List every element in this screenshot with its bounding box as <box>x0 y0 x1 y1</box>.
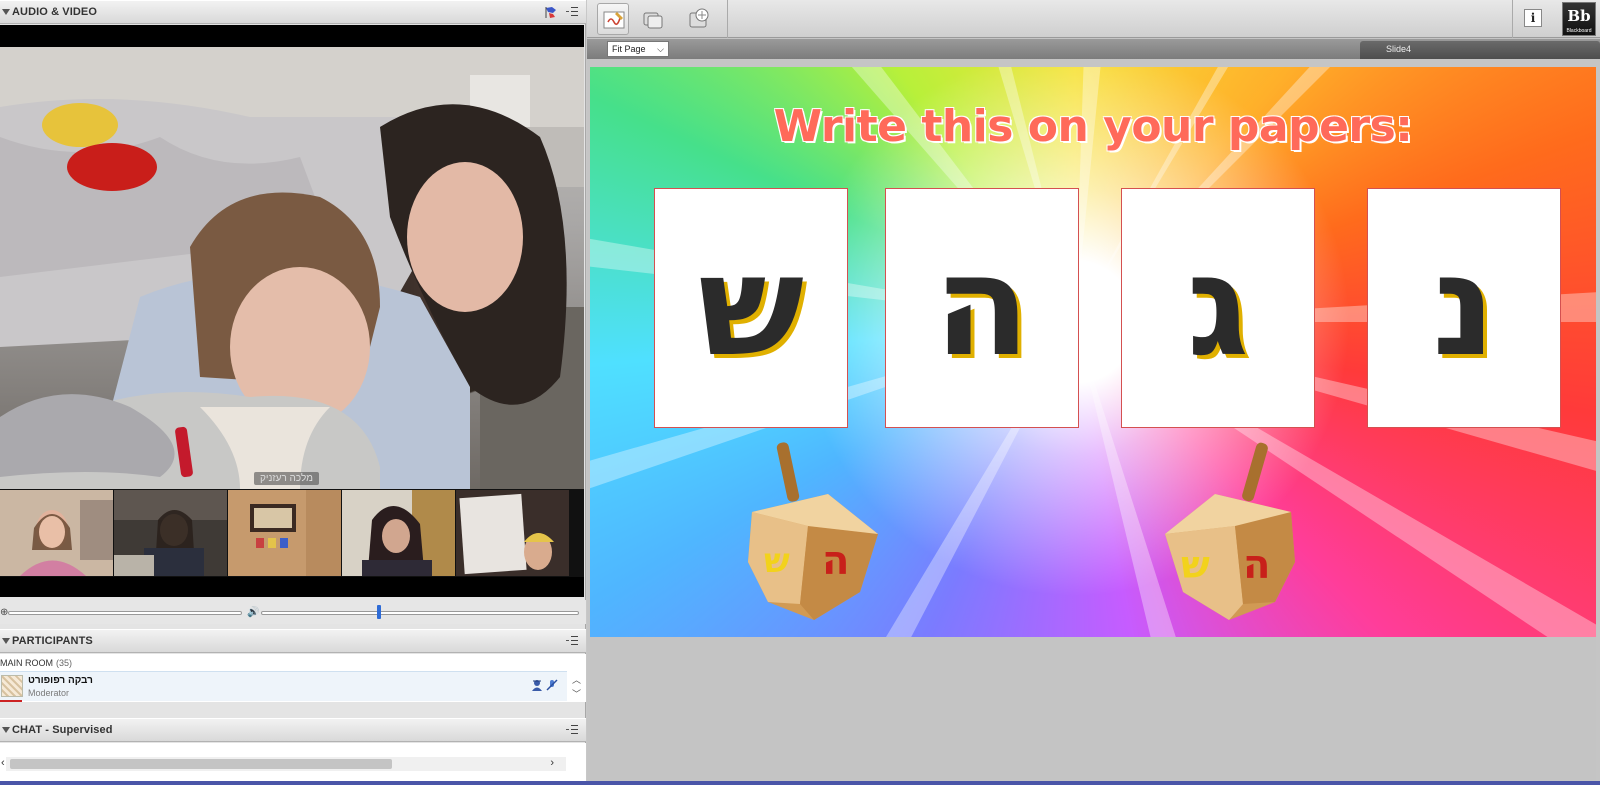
letter-card: ה <box>885 188 1079 428</box>
participants-scrollbar[interactable]: ︿ ﹀ <box>570 671 584 701</box>
hebrew-letter: נ <box>1432 225 1496 388</box>
participant-role: Moderator <box>28 688 70 698</box>
video-thumbnail[interactable] <box>456 490 569 576</box>
web-tour-button[interactable] <box>683 3 715 35</box>
letter-card: ש <box>654 188 848 428</box>
participant-activity-bar <box>0 700 22 702</box>
scrollbar-thumb[interactable] <box>10 759 392 769</box>
collapse-triangle-icon[interactable] <box>2 727 10 733</box>
video-thumbnail[interactable] <box>0 490 113 576</box>
scroll-up-icon[interactable]: ︿ <box>572 673 581 686</box>
room-count: (35) <box>56 658 73 668</box>
info-button[interactable]: i <box>1524 9 1542 27</box>
video-thumbnails <box>0 489 584 577</box>
blackboard-logo: Bb Blackboard <box>1562 2 1596 36</box>
scroll-left-icon[interactable]: ‹ <box>1 757 5 769</box>
panel-menu-icon[interactable] <box>566 725 578 735</box>
chat-header[interactable]: CHAT - Supervised <box>0 718 586 742</box>
svg-text:ה: ה <box>1243 542 1270 588</box>
user-flag-icon[interactable] <box>544 6 558 19</box>
moderator-icon <box>532 680 542 691</box>
slide-tab[interactable]: Slide4 <box>1360 41 1600 59</box>
toolbar-separator <box>727 0 728 38</box>
window-bottom-border <box>0 781 1600 785</box>
slide-canvas[interactable]: Write this on your papers: ש ה ג נ ש ה ש… <box>590 67 1596 637</box>
video-thumbnail[interactable] <box>114 490 227 576</box>
participants-header[interactable]: PARTICIPANTS <box>0 629 586 653</box>
hebrew-letter: ה <box>933 225 1031 388</box>
collapse-triangle-icon[interactable] <box>2 9 10 15</box>
web-tour-icon <box>689 8 709 28</box>
speaker-icon: 🔊 <box>247 607 260 618</box>
scroll-right-icon[interactable]: › <box>550 757 554 769</box>
audio-video-header[interactable]: AUDIO & VIDEO <box>0 0 586 24</box>
whiteboard-tool-button[interactable] <box>597 3 629 35</box>
webcam-scene-image <box>0 47 584 489</box>
panel-menu-icon[interactable] <box>566 636 578 646</box>
slide-bar: Fit Page ⌵ Slide4 <box>587 39 1600 59</box>
fit-page-select[interactable]: Fit Page ⌵ <box>607 41 669 57</box>
slide-title: Write this on your papers: <box>773 101 1413 152</box>
video-bottom-bar <box>0 577 584 597</box>
collapse-triangle-icon[interactable] <box>2 638 10 644</box>
room-label: MAIN ROOM (35) <box>0 658 73 668</box>
webcam-video: מלכה רעזניק <box>0 47 584 489</box>
application-share-button[interactable] <box>637 3 669 35</box>
avatar <box>1 675 23 697</box>
microphone-level-slider[interactable] <box>8 611 242 615</box>
letter-card: ג <box>1121 188 1315 428</box>
participant-name: רבקה רפופורט <box>28 675 93 686</box>
content-toolbar: i Bb Blackboard <box>587 0 1600 38</box>
toolbar-separator <box>1512 0 1513 38</box>
audio-video-title: AUDIO & VIDEO <box>12 6 98 18</box>
collaborate-window: AUDIO & VIDEO מלכה רעזניק ⊕ 🔊 PARTICIPAN… <box>0 0 1600 785</box>
chat-horizontal-scrollbar[interactable]: ‹ › <box>1 757 566 771</box>
svg-text:ה: ה <box>822 538 849 584</box>
hebrew-letter: ש <box>697 225 805 388</box>
left-panel: AUDIO & VIDEO מלכה רעזניק ⊕ 🔊 PARTICIPAN… <box>0 0 586 785</box>
application-share-icon <box>643 12 663 29</box>
participants-title: PARTICIPANTS <box>12 635 93 647</box>
video-thumbnail[interactable] <box>228 490 341 576</box>
svg-text:ש: ש <box>1181 543 1210 587</box>
audio-permission-icon[interactable] <box>546 679 558 691</box>
dreidel-image: ש ה <box>748 442 878 620</box>
chat-title: CHAT - Supervised <box>12 724 113 736</box>
dreidel-image: ש ה <box>1165 442 1295 620</box>
main-video: מלכה רעזניק <box>0 25 584 489</box>
whiteboard-empty-area[interactable] <box>590 637 1596 785</box>
participant-row[interactable]: רבקה רפופורט Moderator <box>0 671 567 701</box>
panel-menu-icon[interactable] <box>566 7 578 17</box>
speaker-volume-slider[interactable] <box>261 611 579 615</box>
hebrew-letter: ג <box>1186 225 1250 388</box>
participants-list: MAIN ROOM (35) רבקה רפופורט Moderator ︿ ﹀ <box>0 654 586 702</box>
whiteboard-icon <box>603 11 625 29</box>
slide-name: Slide4 <box>1386 44 1412 54</box>
whiteboard-panel: i Bb Blackboard Fit Page ⌵ Slide4 Write … <box>587 0 1600 785</box>
scroll-down-icon[interactable]: ﹀ <box>572 687 581 700</box>
chat-panel: ‹ › <box>0 743 586 785</box>
letter-card: נ <box>1367 188 1561 428</box>
chevron-down-icon: ⌵ <box>657 44 664 54</box>
speaker-volume-thumb[interactable] <box>376 605 381 619</box>
video-thumbnail[interactable] <box>342 490 455 576</box>
camera-name-label: מלכה רעזניק <box>254 472 320 485</box>
svg-text:ש: ש <box>764 541 790 581</box>
audio-controls: ⊕ 🔊 <box>0 600 586 624</box>
